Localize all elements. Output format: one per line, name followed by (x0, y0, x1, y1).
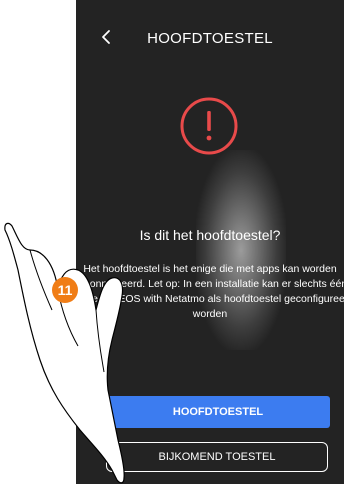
exclamation-circle-icon (179, 96, 239, 156)
dialog-description: Het hoofdtoestel is het enige die met ap… (76, 263, 344, 320)
device-screen: HOOFDTOESTEL Is dit het hoofdtoestel? He… (76, 0, 344, 484)
dialog-question: Is dit het hoofdtoestel? (139, 227, 281, 243)
step-number-badge: 11 (52, 277, 78, 303)
additional-device-button[interactable]: BIJKOMEND TOESTEL (106, 442, 328, 472)
main-device-button[interactable]: HOOFDTOESTEL (106, 396, 330, 428)
header-bar: HOOFDTOESTEL (76, 0, 344, 72)
instruction-screenshot: HOOFDTOESTEL Is dit het hoofdtoestel? He… (0, 0, 344, 484)
page-title: HOOFDTOESTEL (147, 30, 273, 47)
